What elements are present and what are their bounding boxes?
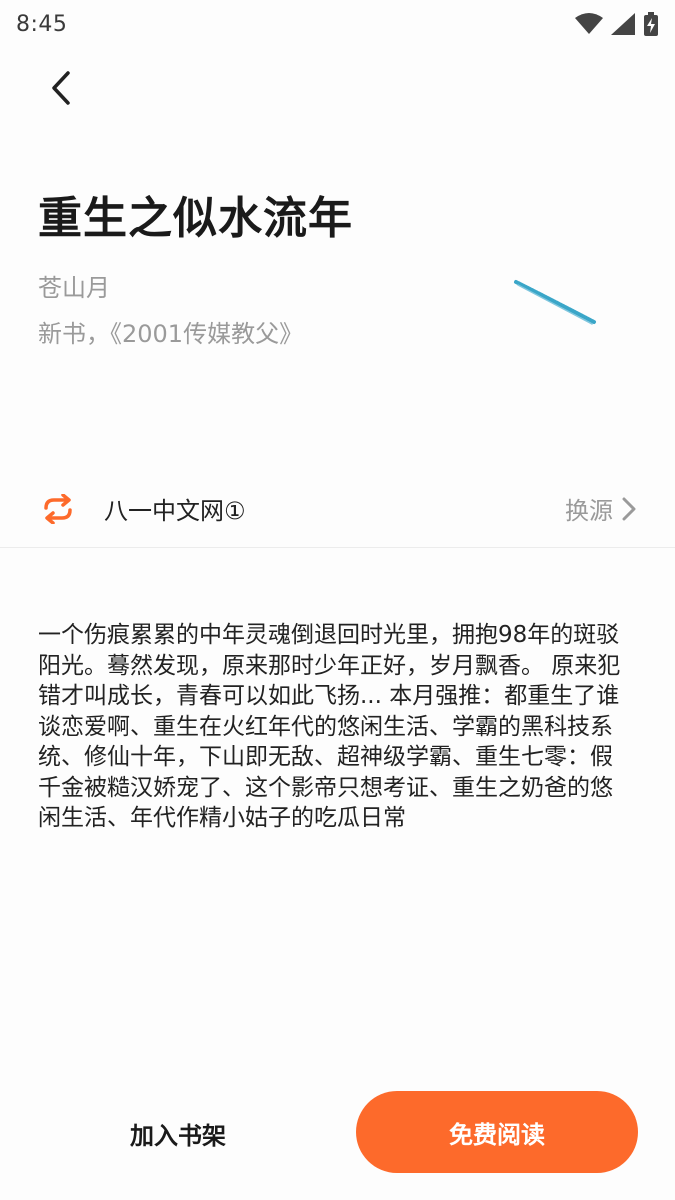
signal-icon bbox=[611, 13, 635, 35]
back-button[interactable] bbox=[34, 62, 86, 114]
book-tagline: 新书，《2001传媒教父》 bbox=[38, 320, 304, 348]
chevron-right-icon bbox=[622, 497, 636, 520]
source-row: 八一中文网① 换源 bbox=[0, 470, 675, 548]
status-icons bbox=[575, 12, 659, 36]
read-free-button[interactable]: 免费阅读 bbox=[356, 1091, 638, 1173]
switch-source-button[interactable]: 换源 bbox=[565, 491, 637, 526]
book-description: 一个伤痕累累的中年灵魂倒退回时光里，拥抱98年的斑驳阳光。蓦然发现，原来那时少年… bbox=[38, 622, 621, 831]
book-detail-screen: 8:45 重生之似水流年 苍山月 新书，《2001传媒教父》 八一中文网① 换源… bbox=[0, 0, 675, 1200]
cover-stroke-decoration bbox=[514, 280, 596, 325]
battery-charging-icon bbox=[644, 12, 658, 36]
book-author[interactable]: 苍山月 bbox=[38, 268, 110, 303]
status-bar: 8:45 bbox=[0, 0, 675, 48]
wifi-icon bbox=[575, 13, 603, 34]
source-name: 八一中文网① bbox=[104, 497, 246, 525]
refresh-swap-icon bbox=[38, 489, 78, 529]
add-to-shelf-button[interactable]: 加入书架 bbox=[0, 1092, 356, 1174]
book-title: 重生之似水流年 bbox=[38, 193, 353, 244]
switch-source-label: 换源 bbox=[565, 497, 613, 525]
status-time: 8:45 bbox=[16, 11, 68, 37]
chevron-left-icon bbox=[52, 71, 70, 105]
bottom-action-bar: 加入书架 免费阅读 bbox=[0, 1088, 675, 1178]
